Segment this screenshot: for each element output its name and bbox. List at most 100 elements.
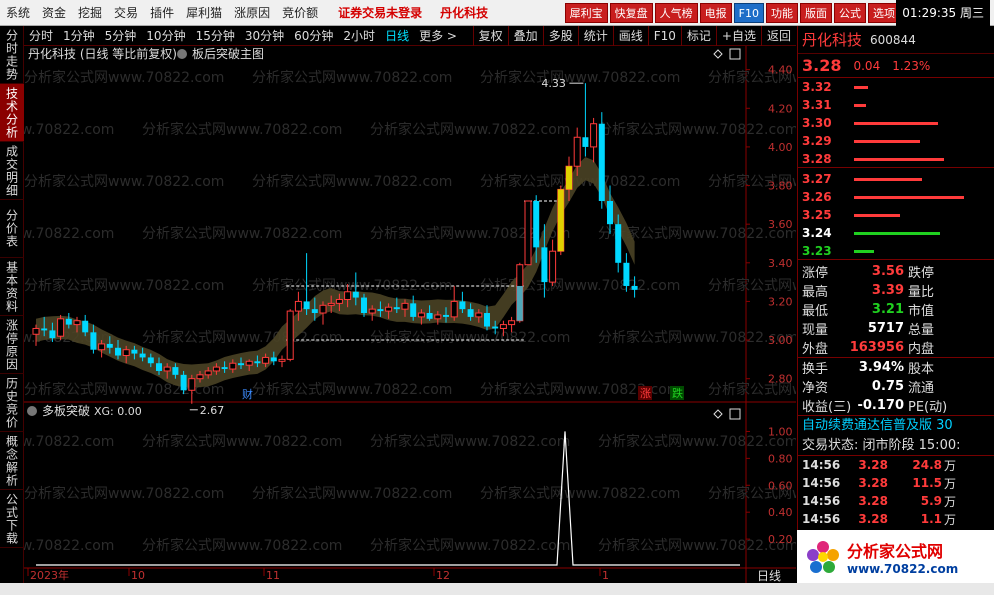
chart-button-3[interactable]: 统计 <box>577 25 613 46</box>
watermark-text: 分析家公式网www.70822.com <box>24 485 224 502</box>
toolbar-xilibao-button[interactable]: 犀利宝 <box>564 2 608 23</box>
ask-row: 3.30 <box>798 114 994 132</box>
order-book-bids: 3.27 3.26 3.25 3.24 3.23 <box>798 168 994 260</box>
quote-stock-name: 丹化科技 <box>802 31 863 49</box>
left-tab-0[interactable]: 分时走势 <box>0 26 24 84</box>
sub-formula-dropdown-icon[interactable] <box>27 406 37 416</box>
watermark-text: 分析家公式网www.70822.com <box>598 537 796 554</box>
tick-time: 14:56 <box>802 476 841 490</box>
stat-key-2: 内盘 <box>908 342 935 357</box>
candle-body <box>115 347 121 356</box>
high-price-label: 4.33 <box>541 77 566 90</box>
period-1[interactable]: 1分钟 <box>58 26 100 46</box>
chart-button-4[interactable]: 画线 <box>612 25 648 46</box>
menu-trade[interactable]: 交易 <box>108 0 144 26</box>
date-axis-label: 2023年 <box>30 568 69 582</box>
toolbar-f10-button[interactable]: F10 <box>733 2 764 23</box>
left-tab-8[interactable]: 公式下载 <box>0 490 24 548</box>
toolbar-layout-button[interactable]: 版面 <box>800 2 832 23</box>
bid-price: 3.27 <box>802 172 832 186</box>
renewal-notice[interactable]: 自动续费通达信普及版 30 <box>798 416 994 436</box>
main-axis-label: 4.40 <box>768 64 793 77</box>
candle-body <box>582 137 589 147</box>
period-4[interactable]: 15分钟 <box>191 26 240 46</box>
candle-body <box>541 247 548 283</box>
toolbar-review-button[interactable]: 快复盘 <box>609 2 653 23</box>
candle-body <box>106 343 113 348</box>
period-2[interactable]: 5分钟 <box>100 26 142 46</box>
candle-body <box>344 291 352 300</box>
bid-volume-bar <box>854 214 900 217</box>
sub-axis-label: 1.00 <box>768 425 793 438</box>
left-tab-1[interactable]: 技术分析 <box>0 84 24 142</box>
candle-body <box>492 326 499 329</box>
period-0[interactable]: 分时 <box>24 26 58 46</box>
fin-row: 净资 0.75 流通 <box>798 377 994 396</box>
menu-mining[interactable]: 挖掘 <box>72 0 108 26</box>
candle-body <box>623 262 630 286</box>
chart-button-8[interactable]: 返回 <box>760 25 796 46</box>
formula-dropdown-icon[interactable] <box>177 49 187 59</box>
chart-button-7[interactable]: +自选 <box>715 25 761 46</box>
watermark-text: 分析家公式网www.70822.com <box>24 225 114 242</box>
main-axis-label: 3.80 <box>768 180 793 193</box>
left-tab-7[interactable]: 概念解析 <box>0 432 24 490</box>
kline-chart[interactable]: 分析家公式网www.70822.com 分析家公式网www.70822.com 分析… <box>24 46 796 583</box>
chart-button-0[interactable]: 复权 <box>472 25 508 46</box>
menu-auction[interactable]: 竞价额 <box>276 0 324 26</box>
ask-price: 3.30 <box>802 116 832 130</box>
left-tab-2[interactable]: 成交明细 <box>0 142 24 200</box>
toolbar-formula-button[interactable]: 公式 <box>834 2 866 23</box>
left-tab-3[interactable]: 分价表 <box>0 200 24 258</box>
left-tab-4[interactable]: 基本资料 <box>0 258 24 316</box>
left-tab-6[interactable]: 历史竞价 <box>0 374 24 432</box>
quote-title: 丹化科技 600844 <box>798 26 994 54</box>
login-warning[interactable]: 证券交易未登录 <box>332 0 428 26</box>
period-9[interactable]: 更多 > <box>414 26 462 46</box>
menu-xilimao[interactable]: 犀利猫 <box>180 0 228 26</box>
chart-button-1[interactable]: 叠加 <box>507 25 543 46</box>
toolbar-telegraph-button[interactable]: 电报 <box>699 2 732 23</box>
logo-text: 分析家公式网 www.70822.com <box>847 538 958 576</box>
chart-title: 丹化科技 (日线 等比前复权) <box>28 46 177 61</box>
stat-value: 3.56 <box>871 264 904 279</box>
stat-key-2: 跌停 <box>908 266 935 281</box>
watermark-text: 分析家公式网www.70822.com <box>598 121 796 138</box>
watermark-text: 分析家公式网www.70822.com <box>370 433 570 450</box>
menu-limit-reason[interactable]: 涨原因 <box>228 0 276 26</box>
menu-plugins[interactable]: 插件 <box>144 0 180 26</box>
tick-row: 14:56 3.28 24.8 万 <box>798 456 994 474</box>
stat-row: 最高 3.39 量比 <box>798 281 994 300</box>
menu-system[interactable]: 系统 <box>0 0 36 26</box>
period-7[interactable]: 2小时 <box>338 26 380 46</box>
toolbar-function-button[interactable]: 功能 <box>766 2 798 23</box>
bid-row: 3.23 <box>798 242 994 260</box>
stat-key-2: 市值 <box>908 304 935 319</box>
toolbar-options-button[interactable]: 选项 <box>868 2 900 23</box>
stat-key: 最高 <box>802 285 829 300</box>
chart-button-2[interactable]: 多股 <box>542 25 578 46</box>
period-6[interactable]: 60分钟 <box>289 26 338 46</box>
candle-body <box>417 312 425 318</box>
period-8[interactable]: 日线 <box>380 26 414 46</box>
fin-value: 3.94% <box>858 360 904 375</box>
menu-funds[interactable]: 资金 <box>36 0 72 26</box>
left-tab-5[interactable]: 涨停原因 <box>0 316 24 374</box>
candle-body <box>401 302 409 310</box>
watermark-text: 分析家公式网www.70822.com <box>142 329 342 346</box>
chart-button-6[interactable]: 标记 <box>680 25 716 46</box>
limit-up-candle <box>516 285 523 321</box>
tick-unit: 万 <box>944 476 957 491</box>
bid-price: 3.23 <box>802 244 832 258</box>
date-axis-label: 11 <box>266 569 280 582</box>
low-price-label: 2.67 <box>200 404 225 417</box>
candle-body <box>172 367 179 375</box>
candle-body <box>65 318 72 325</box>
period-3[interactable]: 10分钟 <box>141 26 190 46</box>
tick-unit: 万 <box>944 458 957 473</box>
toolbar-popularity-button[interactable]: 人气榜 <box>654 2 698 23</box>
period-5[interactable]: 30分钟 <box>240 26 289 46</box>
chart-button-5[interactable]: F10 <box>647 25 681 46</box>
kline-chart-area[interactable]: 分析家公式网www.70822.com 分析家公式网www.70822.com 分析… <box>24 46 796 583</box>
watermark-text: 分析家公式网www.70822.com <box>252 173 452 190</box>
